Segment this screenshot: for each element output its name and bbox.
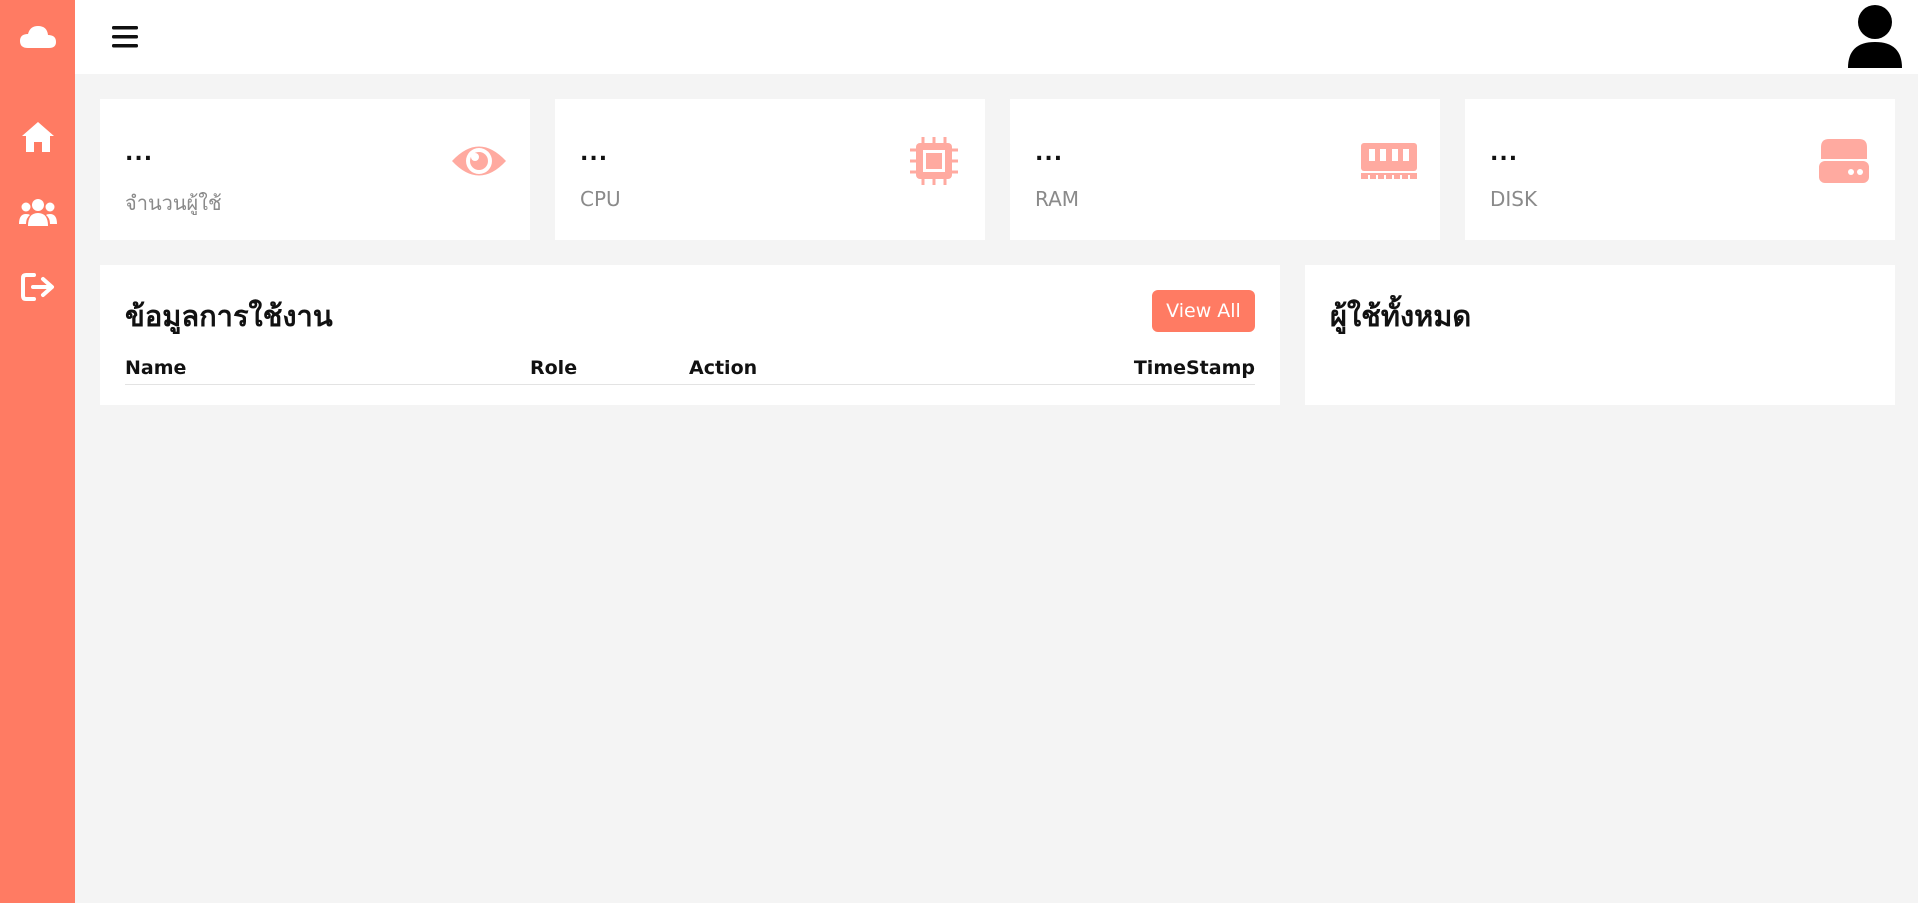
column-header-action[interactable]: Action [689, 357, 757, 379]
all-users-title: ผู้ใช้ทั้งหมด [1330, 299, 1472, 333]
home-icon[interactable] [0, 112, 75, 162]
cpu-chip-icon [905, 135, 963, 187]
column-header-role[interactable]: Role [530, 357, 577, 379]
stat-label: จำนวนผู้ใช้ [125, 191, 222, 215]
stat-value: ... [1035, 141, 1064, 166]
stat-card-cpu: ... CPU [555, 99, 985, 240]
eye-icon [450, 135, 508, 187]
users-icon[interactable] [0, 187, 75, 237]
stat-value: ... [580, 141, 609, 166]
view-all-button[interactable]: View All [1152, 290, 1255, 332]
memory-icon [1360, 135, 1418, 187]
logout-icon[interactable] [0, 262, 75, 312]
stat-label: RAM [1035, 187, 1080, 211]
cloud-icon[interactable] [0, 12, 75, 62]
stat-card-disk: ... DISK [1465, 99, 1895, 240]
hamburger-icon[interactable] [110, 22, 140, 52]
topbar [75, 0, 1918, 74]
activity-table-header: Name Role Action TimeStamp [125, 351, 1255, 385]
column-header-name[interactable]: Name [125, 357, 186, 379]
user-avatar-icon[interactable] [1844, 2, 1906, 68]
stat-value: ... [1490, 141, 1519, 166]
stat-label: CPU [580, 187, 621, 211]
activity-title: ข้อมูลการใช้งาน [125, 299, 333, 333]
stat-label: DISK [1490, 187, 1538, 211]
column-header-timestamp[interactable]: TimeStamp [1134, 357, 1255, 379]
sidebar [0, 0, 75, 903]
hard-drive-icon [1815, 135, 1873, 187]
stat-value: ... [125, 141, 154, 166]
stat-card-ram: ... RAM [1010, 99, 1440, 240]
stat-card-users: ... จำนวนผู้ใช้ [100, 99, 530, 240]
activity-panel: ข้อมูลการใช้งาน View All Name Role Actio… [100, 265, 1280, 405]
all-users-panel: ผู้ใช้ทั้งหมด [1305, 265, 1895, 405]
